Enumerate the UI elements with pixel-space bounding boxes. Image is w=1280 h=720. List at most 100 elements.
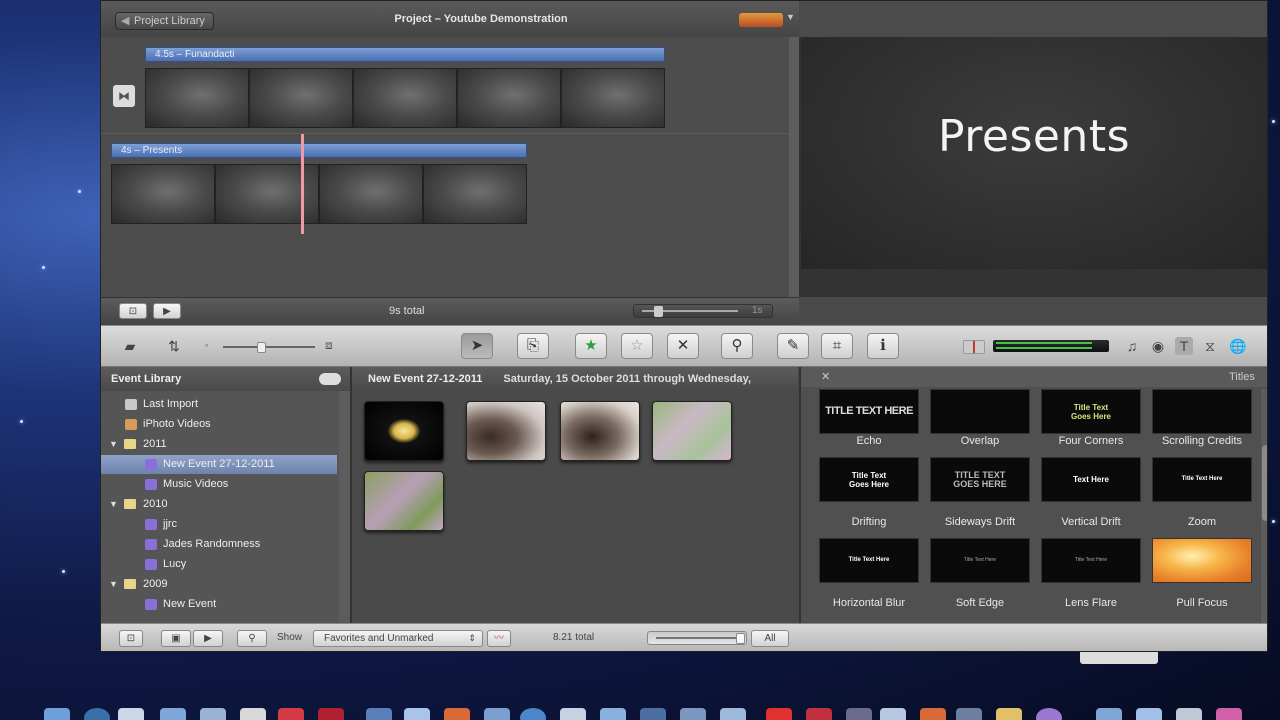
add-to-project-button[interactable]: ⎘ [517,333,549,359]
scrollbar-thumb[interactable] [1262,445,1267,521]
library-item-jjrc[interactable]: jjrc [101,515,337,534]
photos-icon[interactable] [200,708,226,720]
play-fullscreen-button[interactable]: ⊡ [119,303,147,319]
app-icon[interactable] [444,708,470,720]
title-tile-vertical-drift[interactable]: Text Here [1041,457,1141,502]
app-icon[interactable] [1036,708,1062,720]
vertical-scrollbar[interactable] [789,37,799,297]
play-fullscreen-button[interactable]: ▣ [161,630,191,647]
title-tile-soft-edge[interactable]: Title Text Here [930,538,1030,583]
app-icon[interactable] [1136,708,1162,720]
event-zoom-slider[interactable] [647,631,747,645]
library-item-new-event[interactable]: New Event [101,595,337,614]
dashboard-icon[interactable] [84,708,110,720]
filmstrip-clip-2[interactable] [111,164,527,224]
eyedropper-tool-button[interactable]: ✎ [777,333,809,359]
close-icon[interactable]: ✕ [821,370,830,383]
library-item-last-import[interactable]: Last Import [101,395,337,414]
app-icon[interactable] [720,708,746,720]
title-tile-scrolling-credits[interactable] [1152,389,1252,434]
clip-title-bar[interactable]: 4s – Presents [111,143,527,158]
unmark-button[interactable]: ☆ [621,333,653,359]
inspector-button[interactable]: ℹ [867,333,899,359]
swap-events-projects-icon[interactable]: ⇅ [165,337,183,355]
title-tile-echo[interactable]: TITLE TEXT HERE [819,389,919,434]
app-icon[interactable] [766,708,792,720]
app-icon[interactable] [680,708,706,720]
chevron-down-icon[interactable]: ▼ [786,12,795,22]
library-year-2009[interactable]: ▼ 2009 [101,575,337,594]
app-icon[interactable] [640,708,666,720]
title-tile-four-corners[interactable]: Title Text Goes Here [1041,389,1141,434]
voiceover-icon[interactable] [963,340,985,354]
show-hide-library-button[interactable]: ⊡ [119,630,143,647]
event-clip-thumbnail[interactable] [652,401,732,461]
event-clip-thumbnail[interactable] [466,401,546,461]
mail-icon[interactable] [118,708,144,720]
project-library-button[interactable]: ◀ Project Library [115,12,214,30]
titles-browser-icon[interactable]: T [1175,337,1193,355]
app-icon[interactable] [366,708,392,720]
transitions-browser-icon[interactable]: ⧖ [1201,337,1219,355]
play-button[interactable]: ▶ [153,303,181,319]
library-year-2010[interactable]: ▼ 2010 [101,495,337,514]
mark-favorite-button[interactable]: ★ [575,333,607,359]
zoom-all-button[interactable]: All [751,630,789,647]
crop-tool-button[interactable]: ⌗ [821,333,853,359]
camera-import-icon[interactable]: ▰ [121,337,139,355]
ical-icon[interactable] [240,708,266,720]
disclosure-triangle-icon[interactable]: ▼ [109,435,118,454]
app-icon[interactable] [920,708,946,720]
title-tile-sideways-drift[interactable]: TITLE TEXT GOES HERE [930,457,1030,502]
search-icon[interactable]: ⚲ [237,630,267,647]
app-icon[interactable] [1216,708,1242,720]
app-icon[interactable] [880,708,906,720]
library-item-jades-randomness[interactable]: Jades Randomness [101,535,337,554]
playhead[interactable] [301,134,304,234]
show-filter-select[interactable]: Favorites and Unmarked ⇕ [313,630,483,647]
slider-knob[interactable] [736,633,745,644]
safari-icon[interactable] [160,708,186,720]
disclosure-triangle-icon[interactable]: ▼ [109,495,118,514]
title-tile-lens-flare[interactable]: Title Text Here [1041,538,1141,583]
event-clip-thumbnail[interactable] [364,471,444,531]
library-scrollbar[interactable] [339,391,350,623]
library-item-music-videos[interactable]: Music Videos [101,475,337,494]
app-icon[interactable] [1096,708,1122,720]
clip-title-bar[interactable]: 4.5s – Funandacti [145,47,665,62]
library-item-lucy[interactable]: Lucy [101,555,337,574]
reject-button[interactable]: ✕ [667,333,699,359]
app-icon[interactable] [806,708,832,720]
app-icon[interactable] [484,708,510,720]
finder-icon[interactable] [44,708,70,720]
music-browser-icon[interactable]: ♫ [1123,337,1141,355]
event-clip-thumbnail[interactable] [560,401,640,461]
app-icon[interactable] [846,708,872,720]
app-icon[interactable] [318,708,344,720]
disclosure-triangle-icon[interactable]: ▼ [109,575,118,594]
filmstrip-clip-1[interactable] [145,68,665,128]
photo-browser-icon[interactable]: ◉ [1149,337,1167,355]
thumbnail-zoom-slider[interactable]: 1s [633,304,773,318]
audio-waveform-button[interactable]: 〰 [487,630,511,647]
library-item-iphoto-videos[interactable]: iPhoto Videos [101,415,337,434]
app-icon[interactable] [404,708,430,720]
title-tile-drifting[interactable]: Title Text Goes Here [819,457,919,502]
app-icon[interactable] [956,708,982,720]
app-icon[interactable] [600,708,626,720]
library-options-icon[interactable] [319,373,341,385]
project-options-icon[interactable] [739,13,783,27]
slider-knob[interactable] [654,306,663,317]
clip-transition-icon[interactable]: ⧓ [113,85,135,107]
window-resize-handle[interactable] [1080,652,1158,664]
app-icon[interactable] [996,708,1022,720]
titles-scrollbar[interactable] [1261,389,1267,623]
library-item-new-event-27-12-2011[interactable]: New Event 27-12-2011 [101,455,337,474]
play-button[interactable]: ▶ [193,630,223,647]
viewer-screen[interactable]: Presents [801,37,1267,269]
library-year-2011[interactable]: ▼ 2011 [101,435,337,454]
slider-knob[interactable] [257,342,266,353]
select-tool-button[interactable]: ➤ [461,333,493,359]
title-tile-pull-focus[interactable] [1152,538,1252,583]
maps-browser-icon[interactable]: 🌐 [1229,337,1247,355]
